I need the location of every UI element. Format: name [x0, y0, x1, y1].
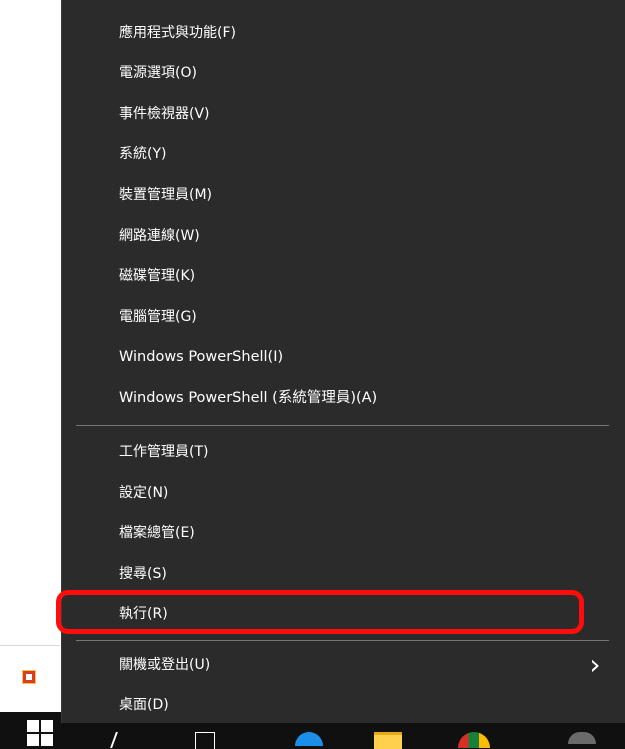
- menu-item-settings[interactable]: 設定(N): [62, 473, 625, 513]
- menu-item-label: 檔案總管(E): [119, 525, 195, 541]
- menu-item-label: 事件檢視器(V): [119, 106, 210, 122]
- menu-item-label: 電源選項(O): [119, 65, 197, 81]
- menu-item-task-manager[interactable]: 工作管理員(T): [62, 432, 625, 472]
- menu-separator: [76, 640, 609, 641]
- menu-item-apps-features[interactable]: 應用程式與功能(F): [62, 13, 625, 53]
- menu-item-search[interactable]: 搜尋(S): [62, 554, 625, 594]
- menu-item-label: 設定(N): [119, 485, 169, 501]
- chevron-right-icon: ›: [589, 648, 601, 681]
- power-user-context-menu: 應用程式與功能(F) 電源選項(O) 事件檢視器(V) 系統(Y) 裝置管理員(…: [56, 0, 625, 725]
- menu-item-windows-powershell[interactable]: Windows PowerShell(I): [62, 337, 625, 377]
- menu-item-label: 應用程式與功能(F): [119, 25, 236, 41]
- menu-item-windows-powershell-admin[interactable]: Windows PowerShell (系統管理員)(A): [62, 378, 625, 418]
- menu-item-desktop[interactable]: 桌面(D): [62, 685, 625, 725]
- menu-item-device-manager[interactable]: 裝置管理員(M): [62, 175, 625, 215]
- menu-item-label: 搜尋(S): [119, 566, 167, 582]
- menu-item-label: 網路連線(W): [119, 228, 200, 244]
- menu-item-label: 桌面(D): [119, 697, 169, 713]
- menu-item-file-explorer[interactable]: 檔案總管(E): [62, 513, 625, 553]
- menu-item-label: 系統(Y): [119, 146, 167, 162]
- menu-item-label: Windows PowerShell(I): [119, 349, 284, 365]
- menu-item-label: 電腦管理(G): [119, 309, 197, 325]
- screenshot-stage: 應用程式與功能(F) 電源選項(O) 事件檢視器(V) 系統(Y) 裝置管理員(…: [0, 0, 625, 749]
- file-explorer-icon[interactable]: [374, 732, 402, 749]
- task-view-icon[interactable]: [195, 732, 215, 749]
- menu-item-computer-management[interactable]: 電腦管理(G): [62, 297, 625, 337]
- menu-item-power-options[interactable]: 電源選項(O): [62, 53, 625, 93]
- menu-item-label: 執行(R): [119, 606, 168, 622]
- menu-separator: [76, 425, 609, 426]
- menu-item-system[interactable]: 系統(Y): [62, 134, 625, 174]
- menu-item-label: Windows PowerShell (系統管理員)(A): [119, 390, 378, 406]
- menu-item-run[interactable]: 執行(R): [56, 590, 625, 634]
- menu-item-label: 裝置管理員(M): [119, 187, 213, 203]
- desktop-app-icon[interactable]: [22, 670, 36, 684]
- menu-item-label: 磁碟管理(K): [119, 268, 196, 284]
- menu-item-network-connections[interactable]: 網路連線(W): [62, 216, 625, 256]
- menu-item-disk-management[interactable]: 磁碟管理(K): [62, 256, 625, 296]
- windows-start-icon[interactable]: [27, 720, 53, 746]
- menu-item-event-viewer[interactable]: 事件檢視器(V): [62, 94, 625, 134]
- menu-item-label: 關機或登出(U): [119, 657, 211, 673]
- menu-item-label: 工作管理員(T): [119, 444, 209, 460]
- menu-item-shutdown-sign-out[interactable]: 關機或登出(U) ›: [62, 645, 625, 685]
